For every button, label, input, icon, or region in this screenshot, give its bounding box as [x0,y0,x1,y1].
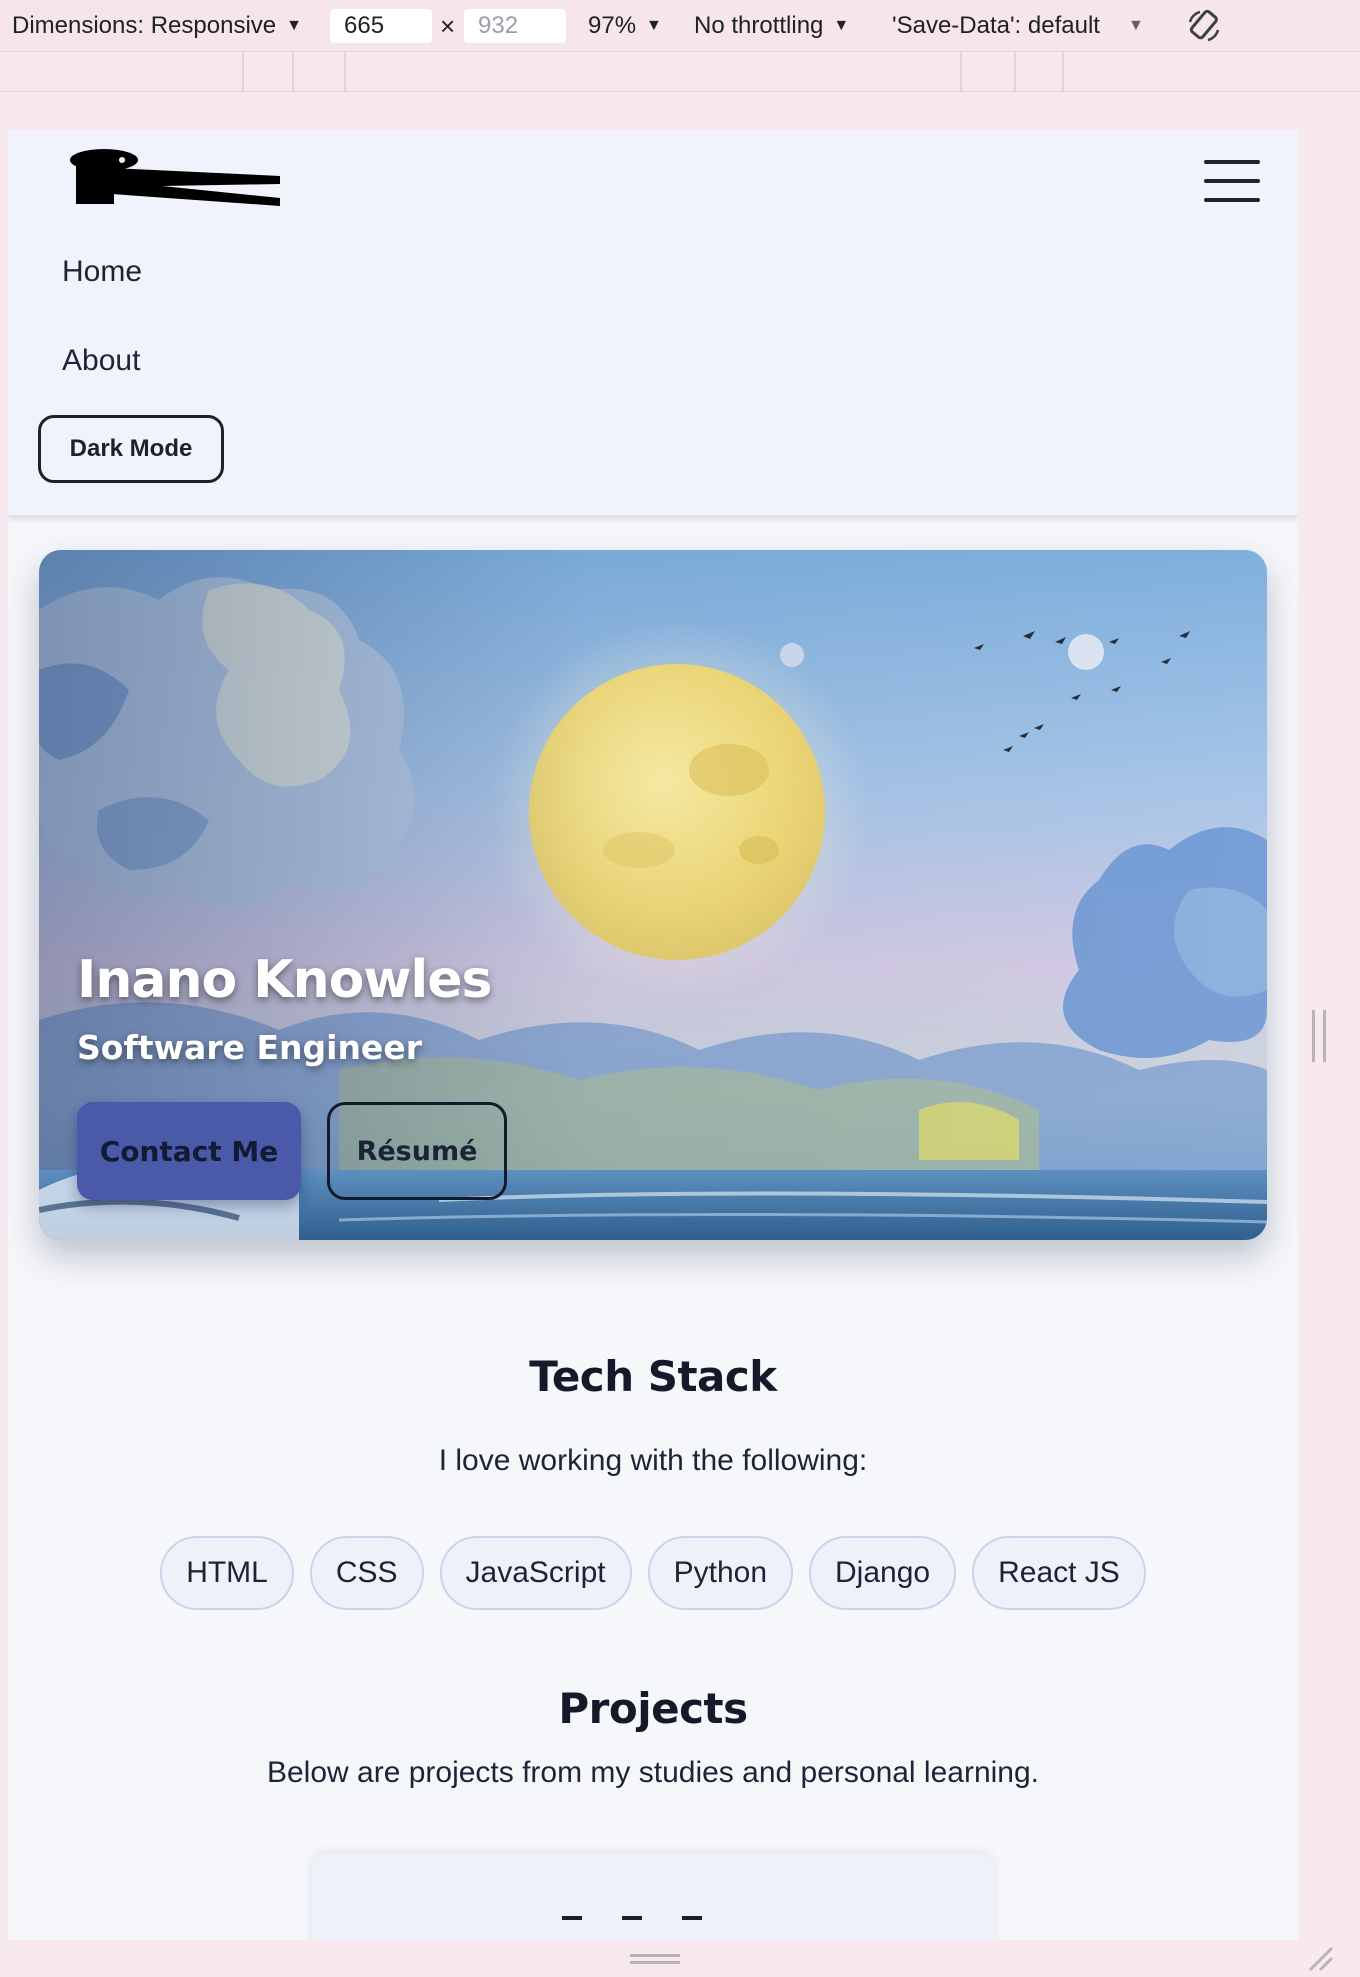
zoom-dropdown[interactable]: 97% ▼ [588,0,662,52]
vertical-resize-handle[interactable] [630,1954,680,1964]
devtools-toolbar: Dimensions: Responsive ▼ 665 × 932 97% ▼… [0,0,1360,52]
corner-resize-icon[interactable] [1306,1944,1334,1972]
viewport-right-gutter [1300,130,1360,1940]
contact-me-button[interactable]: Contact Me [77,1102,301,1200]
hamburger-menu-icon[interactable] [1204,160,1260,202]
project-card[interactable] [312,1854,994,1940]
tech-chip-python: Python [647,1536,794,1610]
width-input[interactable]: 665 [330,9,432,43]
chevron-down-icon: ▼ [1127,17,1144,34]
tech-chip-javascript: JavaScript [439,1536,632,1610]
chevron-down-icon: ▼ [646,17,662,34]
tech-stack-list: HTML CSS JavaScript Python Django React … [8,1536,1298,1610]
tech-stack-heading: Tech Stack [529,1352,777,1401]
times-symbol: × [440,10,456,41]
zoom-label: 97% [588,12,637,39]
project-card-title-fragment [562,1916,582,1920]
tech-chip-django: Django [809,1536,957,1610]
save-data-dropdown[interactable]: 'Save-Data': default ▼ [892,0,1144,52]
dimensions-label: Dimensions: Responsive [12,12,277,39]
resume-button[interactable]: Résumé [327,1102,507,1200]
throttling-label: No throttling [694,12,824,39]
tech-chip-css: CSS [309,1536,424,1610]
tech-chip-html: HTML [160,1536,294,1610]
projects-intro: Below are projects from my studies and p… [266,1756,1040,1789]
hero-job-title: Software Engineer [77,1028,422,1067]
dark-mode-button[interactable]: Dark Mode [38,415,224,483]
height-input[interactable]: 932 [464,9,566,43]
hero-banner: Inano Knowles Software Engineer Contact … [39,550,1267,1240]
navbar: Home About Dark Mode [8,130,1298,516]
chevron-down-icon: ▼ [286,17,302,34]
chevron-down-icon: ▼ [833,17,850,34]
device-viewport: Home About Dark Mode Inano Knowles Softw… [8,130,1298,1940]
horizontal-resize-handle[interactable] [1312,1010,1326,1062]
dimensions-dropdown[interactable]: Dimensions: Responsive ▼ [12,0,302,52]
hero-name: Inano Knowles [77,950,492,1010]
media-query-ruler [0,52,1360,92]
tech-chip-react: React JS [972,1536,1146,1610]
throttling-dropdown[interactable]: No throttling ▼ [694,0,849,52]
tech-stack-intro: I love working with the following: [438,1444,868,1477]
rotate-device-icon[interactable] [1186,0,1222,52]
nav-link-home[interactable]: Home [62,255,142,289]
viewport-bottom-gutter [0,1940,1360,1976]
logo-icon[interactable] [52,146,282,216]
nav-link-about[interactable]: About [62,344,140,378]
projects-heading: Projects [558,1684,748,1733]
save-data-label: 'Save-Data': default [892,12,1100,39]
